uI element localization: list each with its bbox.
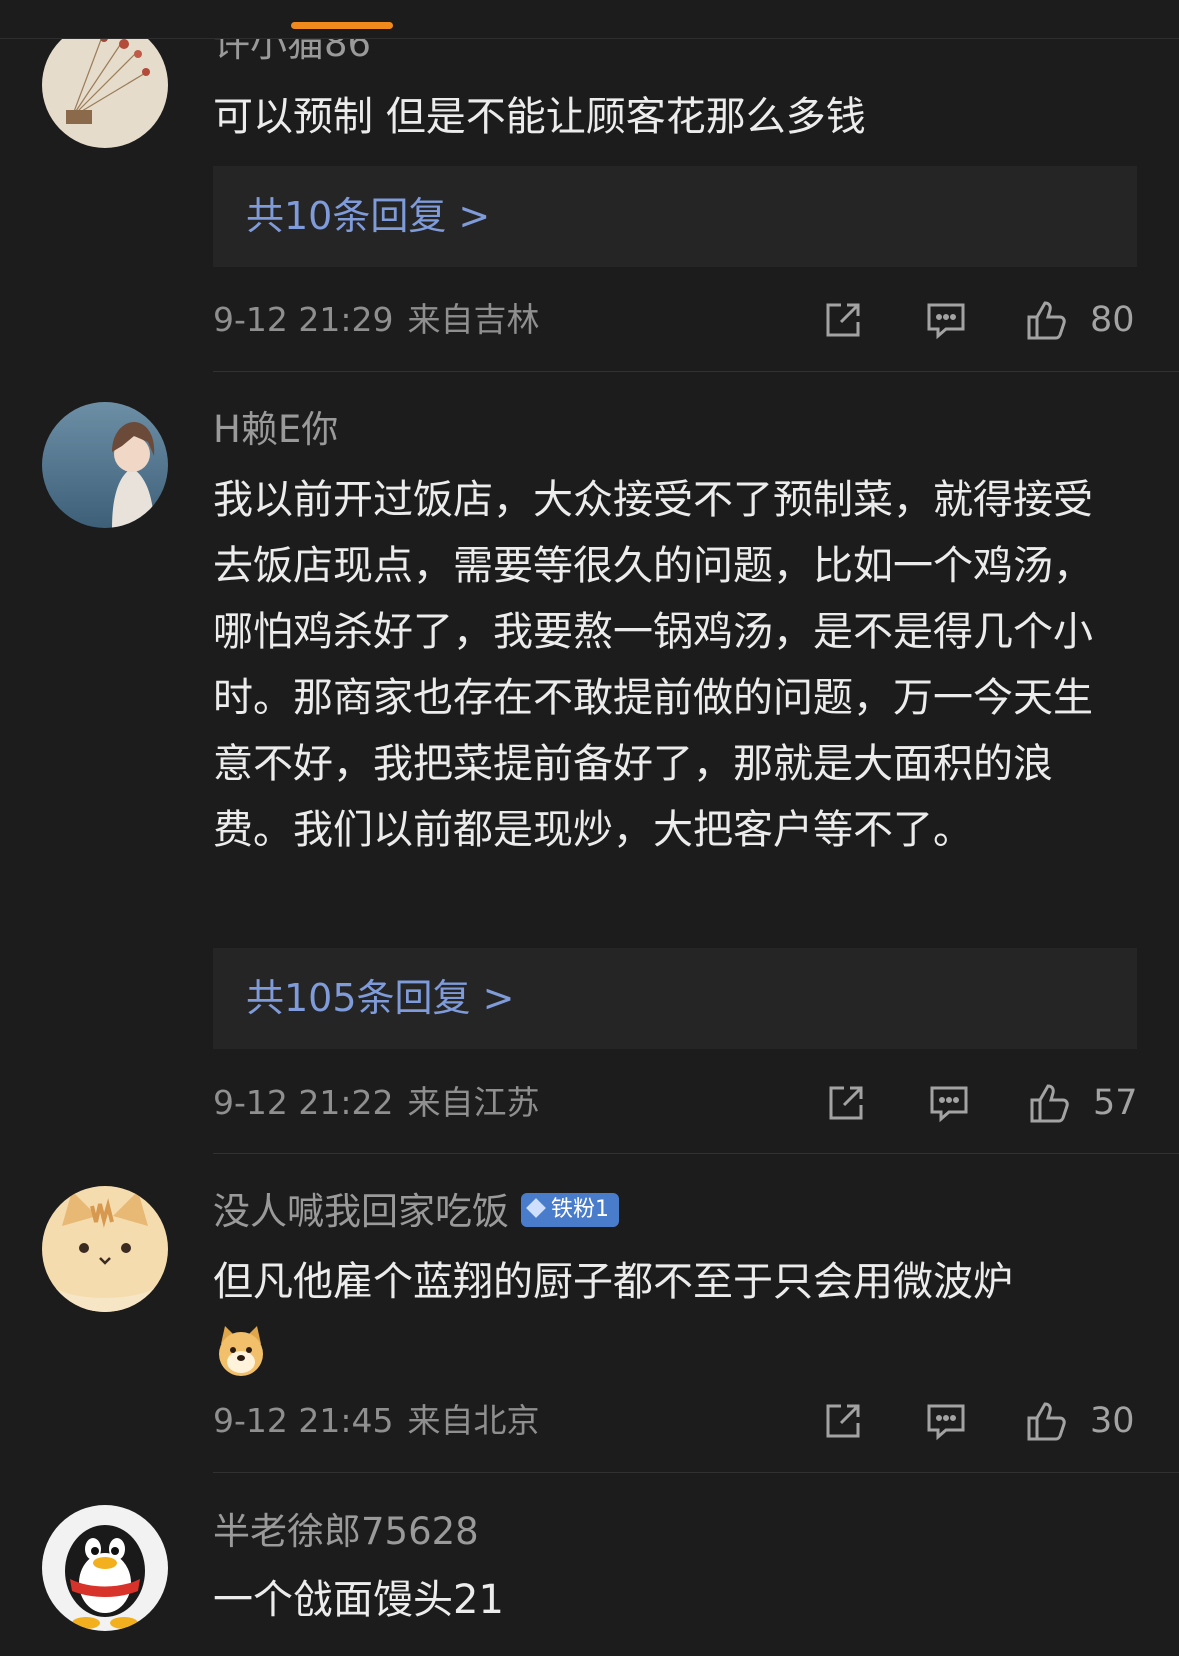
fan-badge: 铁粉1 [521, 1192, 619, 1227]
like-count: 30 [1090, 1401, 1135, 1441]
tab-indicator [291, 22, 393, 29]
badge-label: 铁粉1 [551, 1196, 609, 1222]
share-button[interactable] [821, 298, 865, 342]
like-button[interactable] [1025, 298, 1069, 342]
comment-text: 可以预制 但是不能让顾客花那么多钱 [213, 94, 866, 140]
top-bar [0, 0, 1179, 39]
diamond-icon [526, 1197, 546, 1218]
location: 来自江苏 [407, 1083, 540, 1122]
location: 来自吉林 [407, 300, 540, 339]
thumbs-up-icon [1027, 301, 1066, 340]
like-count: 57 [1093, 1083, 1138, 1123]
divider [213, 1153, 1179, 1154]
comment-text: 但凡他雇个蓝翔的厨子都不至于只会用微波炉 [213, 1249, 1118, 1381]
timestamp: 9-12 21:29 [213, 300, 394, 339]
share-icon [826, 1404, 860, 1438]
comment-button[interactable] [924, 298, 968, 342]
divider [213, 1472, 1179, 1473]
timestamp: 9-12 21:22 [213, 1083, 394, 1122]
replies-link[interactable]: 共105条回复 > [213, 948, 1137, 1049]
replies-label: 共105条回复 > [246, 976, 515, 1020]
like-button[interactable] [1025, 1399, 1069, 1443]
username[interactable]: H赖E你 [213, 408, 338, 452]
like-button[interactable] [1028, 1081, 1072, 1125]
thumbs-up-icon [1027, 1402, 1066, 1441]
timestamp: 9-12 21:45 [213, 1401, 394, 1440]
avatar[interactable] [42, 402, 168, 528]
comment-button[interactable] [924, 1399, 968, 1443]
username[interactable]: 半老徐郎75628 [213, 1510, 479, 1554]
share-button[interactable] [821, 1399, 865, 1443]
comment-icon [927, 1404, 965, 1441]
like-count: 80 [1090, 300, 1135, 340]
comment-icon [927, 303, 965, 340]
avatar[interactable] [42, 22, 168, 148]
share-icon [826, 303, 860, 337]
share-icon [829, 1086, 863, 1120]
username-text: 没人喊我回家吃饭 [213, 1190, 509, 1233]
comment-text: 我以前开过饭店，大众接受不了预制菜，就得接受去饭店现点，需要等很久的问题，比如一… [213, 477, 1093, 853]
comment-meta: 9-12 21:45 来自北京 [213, 1399, 540, 1443]
replies-link[interactable]: 共10条回复 > [213, 166, 1137, 267]
username[interactable]: 没人喊我回家吃饭 铁粉1 [213, 1190, 619, 1234]
share-button[interactable] [824, 1081, 868, 1125]
avatar[interactable] [42, 1186, 168, 1312]
comment-text: 一个戗面馒头21 [213, 1577, 504, 1623]
doge-emoji-icon [213, 1322, 269, 1378]
location: 来自北京 [407, 1401, 540, 1440]
comment-icon [930, 1086, 968, 1123]
avatar[interactable] [42, 1505, 168, 1631]
thumbs-up-icon [1030, 1084, 1069, 1123]
replies-label: 共10条回复 > [246, 194, 491, 238]
comment-text-content: 但凡他雇个蓝翔的厨子都不至于只会用微波炉 [213, 1259, 1013, 1305]
comment-meta: 9-12 21:22 来自江苏 [213, 1081, 540, 1125]
divider [213, 371, 1179, 372]
comment-meta: 9-12 21:29 来自吉林 [213, 298, 540, 342]
comment-button[interactable] [927, 1081, 971, 1125]
